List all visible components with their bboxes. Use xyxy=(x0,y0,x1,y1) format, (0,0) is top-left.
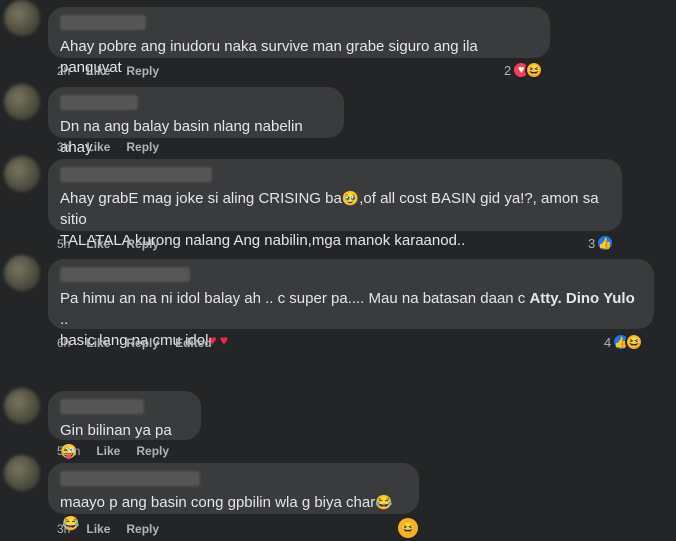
comment-time[interactable]: 52m xyxy=(57,444,80,458)
laughing-emoji-icon: 😆 xyxy=(525,61,544,79)
author-name-blurred[interactable] xyxy=(60,95,138,110)
avatar[interactable] xyxy=(4,255,40,291)
like-button[interactable]: Like xyxy=(86,237,110,251)
comment-actions: 3h Like Reply xyxy=(57,522,175,536)
like-button[interactable]: Like xyxy=(86,140,110,154)
comment-time[interactable]: 3h xyxy=(57,522,70,536)
author-name-blurred[interactable] xyxy=(60,471,200,486)
comment-time[interactable]: 3h xyxy=(57,140,70,154)
comment-actions: 5h Like Reply xyxy=(57,237,175,251)
crying-emoji-icon: 🥹 xyxy=(341,190,360,206)
reply-button[interactable]: Reply xyxy=(126,336,159,350)
laughing-emoji-icon: 😆 xyxy=(625,333,644,351)
like-button[interactable]: Like xyxy=(86,336,110,350)
comment-bubble: Dn na ang balay basin nlang nabelin ahay xyxy=(48,87,344,156)
edited-label[interactable]: Edited xyxy=(175,336,212,350)
comment-actions: 3h Like Reply xyxy=(57,140,175,154)
author-name-blurred[interactable] xyxy=(60,167,212,182)
avatar[interactable] xyxy=(4,84,40,120)
comment-time[interactable]: 5h xyxy=(57,237,70,251)
author-name-blurred[interactable] xyxy=(60,267,190,282)
reaction-summary[interactable]: 3 👍 xyxy=(588,234,615,252)
reply-button[interactable]: Reply xyxy=(126,64,159,78)
reaction-summary[interactable]: 2 ♥ 😆 xyxy=(504,61,544,79)
reaction-count: 3 xyxy=(588,235,596,251)
comment-actions: 6h Like Reply Edited xyxy=(57,336,228,350)
avatar[interactable] xyxy=(4,455,40,491)
laughing-emoji-icon: 😆 xyxy=(398,518,418,538)
comment-bubble: Ahay grabE mag joke si aling CRISING ba🥹… xyxy=(48,159,622,249)
reaction-summary[interactable]: 4 👍 😆 xyxy=(604,333,644,351)
avatar[interactable] xyxy=(4,388,40,424)
comment-bubble: Ahay pobre ang inudoru naka survive man … xyxy=(48,7,550,76)
avatar[interactable] xyxy=(4,156,40,192)
like-button[interactable]: Like xyxy=(96,444,120,458)
reply-button[interactable]: Reply xyxy=(126,140,159,154)
reaction-count: 2 xyxy=(504,62,512,78)
comment-bubble: Gin bilinan ya pa 😜 xyxy=(48,391,201,459)
comment-bubble: Pa himu an na ni idol balay ah .. c supe… xyxy=(48,259,654,349)
reaction-count: 4 xyxy=(604,334,612,350)
like-button[interactable]: Like xyxy=(86,522,110,536)
comment-actions: 52m Like Reply xyxy=(57,444,185,458)
reply-button[interactable]: Reply xyxy=(136,444,169,458)
like-button[interactable]: Like xyxy=(86,64,110,78)
mention-link[interactable]: Atty. Dino Yulo xyxy=(529,290,634,307)
reaction-summary[interactable]: 😆 xyxy=(398,518,418,538)
laughing-emoji-icon: 😂 xyxy=(375,494,393,510)
comment-bubble: maayo p ang basin cong gpbilin wla g biy… xyxy=(48,463,419,531)
reply-button[interactable]: Reply xyxy=(126,237,159,251)
author-name-blurred[interactable] xyxy=(60,15,146,30)
thumbs-up-icon: 👍 xyxy=(596,234,615,252)
reply-button[interactable]: Reply xyxy=(126,522,159,536)
comment-time[interactable]: 2h xyxy=(57,64,70,78)
avatar[interactable] xyxy=(4,0,40,36)
comment-time[interactable]: 6h xyxy=(57,336,70,350)
comment-actions: 2h Like Reply xyxy=(57,64,175,78)
author-name-blurred[interactable] xyxy=(60,399,144,414)
